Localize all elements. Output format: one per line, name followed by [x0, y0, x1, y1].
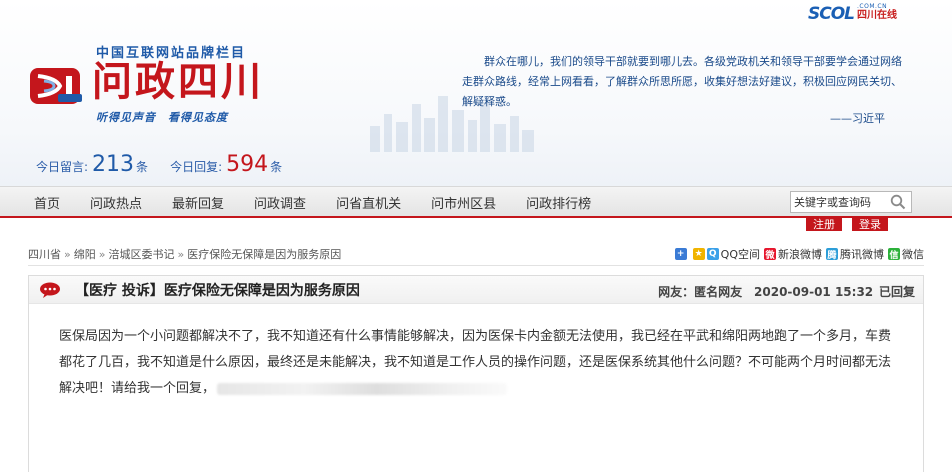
today-replies-count: 594	[226, 152, 269, 177]
nav-item-latest-replies[interactable]: 最新回复	[172, 193, 224, 212]
brand-logo-icon[interactable]	[30, 64, 86, 108]
today-posts-count: 213	[92, 152, 135, 177]
breadcrumb-row: 四川省» 绵阳» 涪城区委书记» 医疗保险无保障是因为服务原因 + ★ Q QQ空间 …	[28, 244, 924, 266]
post-meta: 网友：匿名网友 2020-09-01 15:32 已回复	[658, 283, 915, 300]
weibo-icon: 微	[764, 248, 776, 261]
tencent-weibo-icon: 腾	[826, 248, 838, 261]
post-title-text: 医疗保险无保障是因为服务原因	[163, 282, 360, 299]
scol-logo[interactable]: SCOL .COM.CN 四川在线	[808, 4, 898, 25]
today-replies-label: 今日回复:	[170, 160, 223, 174]
today-replies-unit: 条	[270, 160, 283, 174]
login-button[interactable]: 登录	[852, 217, 888, 231]
qq-icon: Q	[706, 248, 719, 260]
redacted-text	[217, 382, 508, 395]
share-sina-weibo[interactable]: 微 新浪微博	[764, 246, 822, 262]
nav-item-home[interactable]: 首页	[34, 193, 60, 212]
breadcrumb-separator: »	[98, 248, 106, 261]
nav-item-cities-counties[interactable]: 问市州区县	[431, 193, 496, 212]
breadcrumb-current: 医疗保险无保障是因为服务原因	[187, 248, 342, 261]
nav-item-provincial-agencies[interactable]: 问省直机关	[336, 193, 401, 212]
post-header: 【医疗 投诉】医疗保险无保障是因为服务原因 网友：匿名网友 2020-09-01…	[29, 276, 923, 304]
breadcrumb: 四川省» 绵阳» 涪城区委书记» 医疗保险无保障是因为服务原因	[28, 246, 341, 262]
post-category-tag: 【医疗 投诉】	[75, 282, 164, 299]
site-header: SCOL .COM.CN 四川在线 中国互联网站品牌栏目 问政四川 听得见声音 …	[0, 0, 952, 186]
share-wechat[interactable]: 信 微信	[888, 246, 924, 262]
breadcrumb-province[interactable]: 四川省	[28, 248, 61, 261]
post-datetime: 2020-09-01 15:32	[754, 285, 874, 299]
scol-logo-cn: 四川在线	[857, 10, 898, 21]
plus-icon: +	[674, 248, 687, 260]
search-icon[interactable]	[887, 192, 909, 212]
daily-counters: 今日留言: 213 条 今日回复: 594 条	[36, 152, 304, 177]
brand-slogan: 听得见声音 看得见态度	[96, 111, 228, 124]
speech-bubble-icon	[40, 282, 60, 298]
share-wechat-label: 微信	[902, 248, 924, 261]
post-author: 匿名网友	[694, 285, 743, 299]
wechat-icon: 信	[888, 248, 900, 261]
scol-logo-text: SCOL	[808, 4, 855, 24]
breadcrumb-city[interactable]: 绵阳	[74, 248, 96, 261]
post-card: 【医疗 投诉】医疗保险无保障是因为服务原因 网友：匿名网友 2020-09-01…	[28, 275, 924, 472]
leader-quote: 群众在哪儿，我们的领导干部就要到哪儿去。各级党政机关和领导干部要学会通过网络走群…	[462, 55, 902, 108]
share-tencent-weibo[interactable]: 腾 腾讯微博	[826, 246, 884, 262]
share-qzone[interactable]: ★ Q QQ空间	[692, 246, 760, 262]
quote-author: ——习近平	[830, 112, 885, 125]
post-body: 医保局因为一个小问题都解决不了，我不知道还有什么事情能够解决，因为医保卡内金额无…	[29, 304, 923, 402]
share-qzone-label: QQ空间	[720, 248, 760, 261]
auth-buttons: 注册 登录	[806, 217, 898, 231]
author-label: 网友：	[658, 285, 695, 299]
register-button[interactable]: 注册	[806, 217, 842, 231]
qzone-star-icon: ★	[692, 248, 705, 260]
nav-item-hot[interactable]: 问政热点	[90, 193, 142, 212]
share-tencent-weibo-label: 腾讯微博	[840, 248, 884, 261]
post-title: 【医疗 投诉】医疗保险无保障是因为服务原因	[75, 280, 360, 300]
post-status: 已回复	[878, 285, 915, 299]
share-sina-weibo-label: 新浪微博	[778, 248, 822, 261]
nav-item-survey[interactable]: 问政调查	[254, 193, 306, 212]
today-posts-unit: 条	[136, 160, 149, 174]
share-more[interactable]: +	[674, 248, 689, 260]
breadcrumb-official[interactable]: 涪城区委书记	[108, 248, 174, 261]
search-input[interactable]	[791, 195, 887, 209]
share-bar: + ★ Q QQ空间 微 新浪微博 腾 腾讯微博 信 微信	[671, 246, 924, 262]
brand-title: 问政四川	[92, 59, 264, 105]
today-posts-label: 今日留言:	[36, 160, 89, 174]
nav-item-ranking[interactable]: 问政排行榜	[526, 193, 591, 212]
breadcrumb-separator: »	[177, 248, 185, 261]
breadcrumb-separator: »	[64, 248, 71, 261]
main-nav: 首页 问政热点 最新回复 问政调查 问省直机关 问市州区县 问政排行榜	[0, 186, 952, 218]
search-box	[790, 191, 912, 213]
